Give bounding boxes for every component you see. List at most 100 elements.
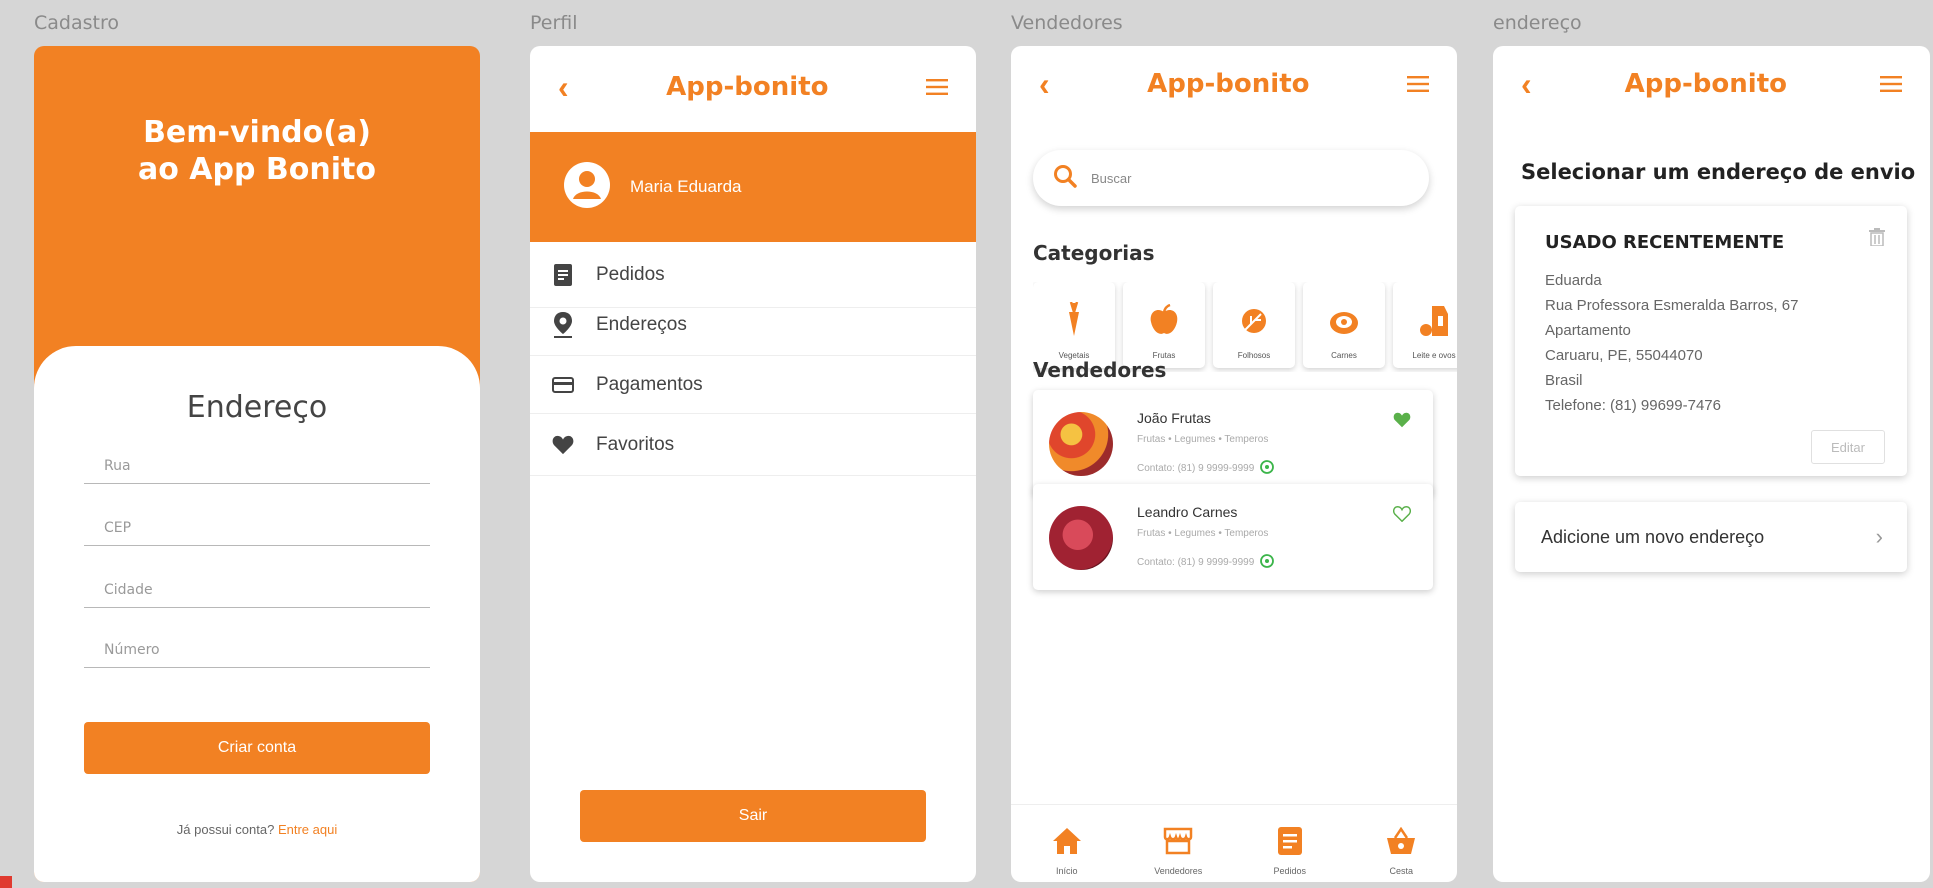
tab-pedidos[interactable]: Pedidos: [1245, 827, 1335, 876]
tab-inicio[interactable]: Início: [1022, 827, 1112, 876]
seller-card-joao-frutas[interactable]: João Frutas Frutas • Legumes • Temperos …: [1033, 390, 1433, 496]
back-chevron-icon[interactable]: ‹: [1521, 68, 1532, 100]
document-icon: [1277, 827, 1302, 860]
meat-icon: [1329, 310, 1359, 341]
edit-button[interactable]: Editar: [1811, 430, 1885, 464]
categories-title: Categorias: [1033, 241, 1155, 265]
perfil-screen: ‹ App-bonito Maria Eduarda Pedidos Ender…: [530, 46, 976, 882]
avatar-icon: [564, 161, 610, 213]
bottom-tab-bar: Início Vendedores Pedidos Cesta: [1011, 804, 1457, 882]
menu-item-label: Endereços: [596, 313, 687, 335]
category-folhosos[interactable]: Folhosos: [1213, 282, 1295, 368]
search-icon: [1053, 164, 1077, 193]
city-field[interactable]: Cidade: [84, 570, 430, 608]
welcome-line-1: Bem-vindo(a): [143, 115, 371, 150]
menu-item-pagamentos[interactable]: Pagamentos: [530, 356, 976, 414]
apple-icon: [1149, 303, 1179, 341]
page-heading: Selecionar um endereço de envio: [1521, 160, 1916, 184]
login-prompt: Já possui conta? Entre aqui: [34, 822, 480, 837]
cep-field[interactable]: CEP: [84, 508, 430, 546]
search-input[interactable]: Buscar: [1033, 150, 1429, 206]
favorite-heart-icon[interactable]: [1393, 412, 1411, 433]
home-icon: [1052, 827, 1082, 860]
tab-label: Pedidos: [1273, 866, 1307, 876]
tab-label: Vendedores: [1154, 866, 1203, 876]
seller-contact-text: Contato: (81) 9 9999-9999: [1137, 463, 1255, 474]
address-line: Brasil: [1545, 372, 1583, 389]
back-chevron-icon[interactable]: ‹: [558, 71, 569, 103]
vendedores-screen: ‹ App-bonito Buscar Categorias Vegetais …: [1011, 46, 1457, 882]
user-banner[interactable]: Maria Eduarda: [530, 132, 976, 242]
favorite-heart-outline-icon[interactable]: [1393, 505, 1411, 527]
address-line: Eduarda: [1545, 272, 1602, 289]
heart-icon: [550, 435, 576, 455]
seller-tags: Frutas • Legumes • Temperos: [1137, 434, 1269, 445]
frame-label-cadastro: Cadastro: [34, 12, 119, 34]
frame-label-perfil: Perfil: [530, 12, 578, 34]
login-link[interactable]: Entre aqui: [278, 822, 337, 837]
cadastro-screen: Bem-vindo(a) ao App Bonito Endereço Rua …: [34, 46, 480, 882]
frame-label-endereco: endereço: [1493, 12, 1582, 34]
tab-cesta[interactable]: Cesta: [1356, 826, 1446, 876]
app-header: ‹ App-bonito: [1493, 46, 1930, 122]
category-label: Leite e ovos: [1412, 351, 1456, 360]
menu-item-label: Pagamentos: [596, 373, 703, 395]
form-title: Endereço: [186, 390, 328, 425]
menu-item-enderecos[interactable]: Endereços: [530, 294, 976, 356]
tab-vendedores[interactable]: Vendedores: [1133, 827, 1223, 876]
category-leite-ovos[interactable]: Leite e ovos: [1393, 282, 1457, 368]
hamburger-menu-icon[interactable]: [1406, 76, 1429, 92]
chevron-right-icon: ›: [1875, 524, 1883, 549]
category-label: Folhosos: [1237, 351, 1271, 360]
search-placeholder: Buscar: [1091, 170, 1132, 186]
whatsapp-icon[interactable]: [1260, 554, 1275, 571]
back-chevron-icon[interactable]: ‹: [1039, 68, 1050, 100]
address-line: Rua Professora Esmeralda Barros, 67: [1545, 297, 1799, 314]
seller-contact: Contato: (81) 9 9999-9999: [1137, 554, 1275, 571]
seller-contact-text: Contato: (81) 9 9999-9999: [1137, 557, 1255, 568]
category-label: Carnes: [1331, 351, 1357, 360]
category-frutas[interactable]: Frutas: [1123, 282, 1205, 368]
number-field[interactable]: Número: [84, 630, 430, 668]
app-title: App-bonito: [1624, 69, 1787, 99]
app-header: ‹ App-bonito: [1011, 46, 1457, 122]
street-field[interactable]: Rua: [84, 446, 430, 484]
tab-label: Início: [1055, 866, 1078, 876]
app-title: App-bonito: [1147, 69, 1310, 99]
address-card[interactable]: USADO RECENTEMENTE Eduarda Rua Professor…: [1515, 206, 1907, 476]
seller-tags: Frutas • Legumes • Temperos: [1137, 528, 1269, 539]
tab-label: Cesta: [1389, 866, 1413, 876]
welcome-line-2: ao App Bonito: [138, 152, 376, 187]
add-new-address-button[interactable]: Adicione um novo endereço ›: [1515, 502, 1907, 572]
milk-egg-icon: [1418, 304, 1450, 341]
create-account-button[interactable]: Criar conta: [84, 722, 430, 774]
user-name: Maria Eduarda: [630, 177, 742, 196]
welcome-heading: Bem-vindo(a) ao App Bonito: [34, 114, 480, 188]
seller-card-leandro-carnes[interactable]: Leandro Carnes Frutas • Legumes • Temper…: [1033, 484, 1433, 590]
address-line: Apartamento: [1545, 322, 1631, 339]
sellers-title: Vendedores: [1033, 358, 1167, 382]
store-icon: [1163, 827, 1193, 860]
add-new-address-label: Adicione um novo endereço: [1541, 526, 1765, 547]
credit-card-icon: [550, 376, 576, 393]
menu-item-favoritos[interactable]: Favoritos: [530, 414, 976, 476]
leaf-icon: [1239, 306, 1269, 341]
basket-icon: [1386, 826, 1416, 860]
logout-button[interactable]: Sair: [580, 790, 926, 842]
app-title: App-bonito: [666, 72, 829, 102]
hamburger-menu-icon[interactable]: [1879, 76, 1902, 92]
location-pin-icon: [550, 311, 576, 338]
address-line: Telefone: (81) 99699-7476: [1545, 397, 1721, 414]
address-line: Caruaru, PE, 55044070: [1545, 347, 1703, 364]
menu-item-label: Favoritos: [596, 433, 675, 455]
seller-name: Leandro Carnes: [1137, 504, 1238, 520]
recent-tag: USADO RECENTEMENTE: [1545, 232, 1785, 253]
seller-contact: Contato: (81) 9 9999-9999: [1137, 460, 1275, 477]
corner-marker: [0, 876, 12, 888]
whatsapp-icon[interactable]: [1260, 460, 1275, 477]
seller-name: João Frutas: [1137, 410, 1211, 426]
trash-icon[interactable]: [1869, 228, 1885, 251]
hamburger-menu-icon[interactable]: [925, 79, 948, 95]
category-vegetais[interactable]: Vegetais: [1033, 282, 1115, 368]
category-carnes[interactable]: Carnes: [1303, 282, 1385, 368]
